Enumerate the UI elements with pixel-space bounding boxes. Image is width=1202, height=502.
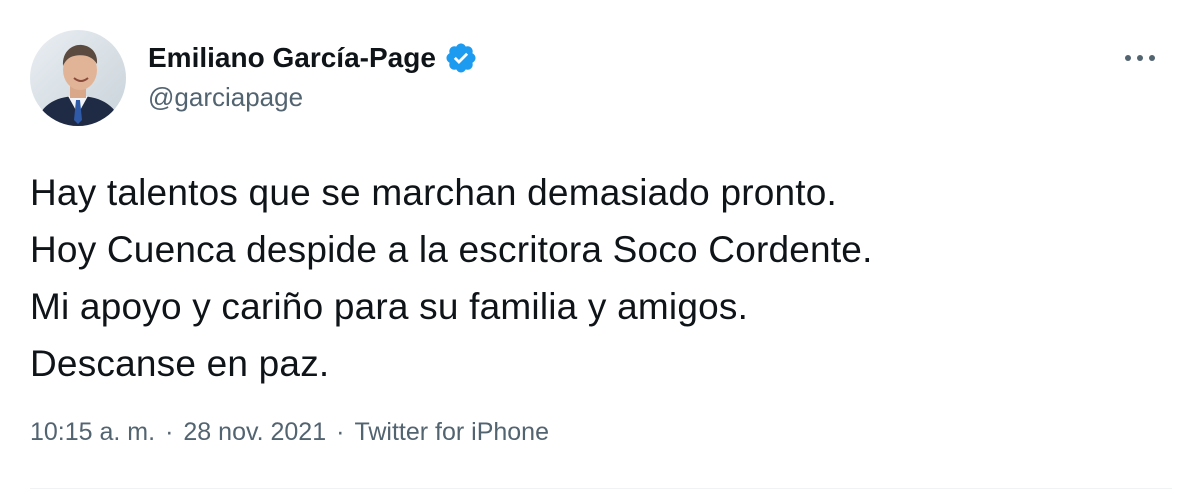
handle[interactable]: @garciapage	[148, 78, 478, 116]
tweet-date[interactable]: 28 nov. 2021	[183, 418, 326, 447]
avatar[interactable]	[30, 30, 126, 126]
display-name[interactable]: Emiliano García-Page	[148, 40, 436, 76]
tweet-source[interactable]: Twitter for iPhone	[354, 418, 549, 447]
tweet-text-line: Hoy Cuenca despide a la escritora Soco C…	[30, 229, 873, 270]
tweet-text-line: Descanse en paz.	[30, 343, 330, 384]
verified-badge-icon	[446, 43, 476, 73]
divider	[30, 488, 1172, 489]
meta-separator: ·	[336, 418, 345, 446]
avatar-image	[30, 30, 126, 126]
name-row: Emiliano García-Page	[148, 40, 478, 76]
tweet-time[interactable]: 10:15 a. m.	[30, 418, 155, 447]
tweet-text-line: Mi apoyo y cariño para su familia y amig…	[30, 286, 749, 327]
tweet-text: Hay talentos que se marchan demasiado pr…	[30, 164, 873, 392]
author-names: Emiliano García-Page @garciapage	[148, 40, 478, 116]
meta-separator: ·	[165, 418, 174, 446]
tweet-card: Emiliano García-Page @garciapage Hay tal…	[0, 0, 1202, 502]
tweet-header: Emiliano García-Page @garciapage	[30, 30, 478, 126]
tweet-text-line: Hay talentos que se marchan demasiado pr…	[30, 172, 838, 213]
more-options-icon[interactable]	[1122, 48, 1158, 68]
tweet-metadata: 10:15 a. m. · 28 nov. 2021 · Twitter for…	[30, 418, 549, 447]
